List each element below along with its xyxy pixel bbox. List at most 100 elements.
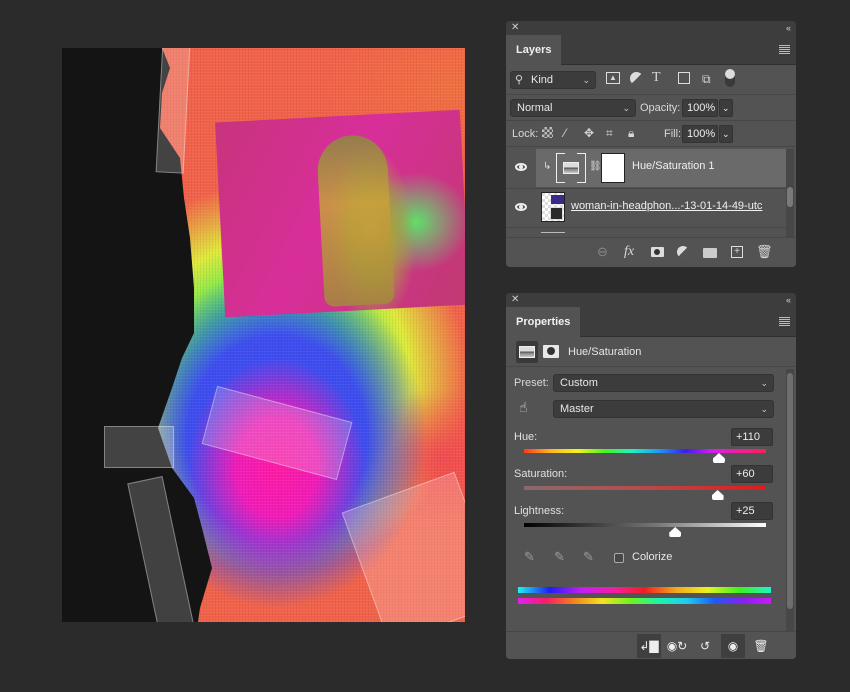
- woman-figure: [315, 133, 395, 308]
- layer-mask-thumbnail[interactable]: [601, 153, 625, 183]
- hue-saturation-icon: [519, 346, 535, 358]
- scrollbar-thumb[interactable]: [787, 187, 793, 207]
- targeted-adjustment-hand-icon[interactable]: ☝︎: [519, 399, 528, 415]
- scrollbar-thumb[interactable]: [787, 373, 793, 609]
- lightness-label: Lightness:: [514, 505, 565, 517]
- channel-value: Master: [560, 403, 594, 415]
- type-filter-icon[interactable]: T: [652, 70, 661, 86]
- close-icon[interactable]: ✕: [511, 293, 519, 307]
- hue-label: Hue:: [514, 431, 538, 443]
- new-layer-icon[interactable]: +: [731, 246, 743, 258]
- toggle-visibility-icon[interactable]: ◉: [721, 634, 745, 658]
- new-adjustment-icon[interactable]: [677, 246, 689, 258]
- saturation-value-input[interactable]: +60: [731, 465, 773, 483]
- chevron-down-icon: ⌄: [760, 404, 768, 414]
- eye-icon: [515, 163, 527, 171]
- layer-name[interactable]: woman-in-headphon...-13-01-14-49-utc: [571, 200, 762, 212]
- layer-list: ↳ ⛓︎ Hue/Saturation 1 woman-in-headphon.…: [506, 149, 786, 237]
- adjustment-filter-icon[interactable]: [630, 72, 643, 85]
- layer-row-hue-saturation[interactable]: ↳ ⛓︎ Hue/Saturation 1: [506, 149, 786, 187]
- eyedropper-add-icon[interactable]: ✎: [554, 549, 565, 565]
- saturation-slider-track[interactable]: [524, 486, 766, 490]
- shape-filter-icon[interactable]: [678, 72, 690, 84]
- hue-saturation-icon: [563, 162, 579, 174]
- add-mask-icon[interactable]: [651, 247, 664, 257]
- panel-tab-row: Layers: [506, 35, 796, 65]
- eyedropper-icon[interactable]: ✎: [524, 549, 535, 565]
- woman-in-headphones-photo: [215, 109, 465, 318]
- layer-row-woman-photo[interactable]: woman-in-headphon...-13-01-14-49-utc: [506, 188, 786, 226]
- adjustment-settings-button[interactable]: [516, 341, 538, 363]
- preset-dropdown[interactable]: Custom ⌄: [553, 374, 774, 392]
- output-color-bar: [518, 598, 771, 604]
- image-filter-icon[interactable]: ▲: [606, 72, 620, 84]
- lock-artboard-icon[interactable]: ⌗: [606, 125, 613, 141]
- filter-kind-dropdown[interactable]: ⚲ Kind ⌄: [510, 71, 596, 89]
- layer-visibility-toggle[interactable]: [506, 189, 536, 226]
- lock-position-move-icon[interactable]: ✥: [584, 125, 594, 141]
- blend-mode-dropdown[interactable]: Normal ⌄: [510, 99, 636, 117]
- preset-label: Preset:: [514, 377, 549, 389]
- saturation-slider-thumb[interactable]: [711, 490, 724, 500]
- tape-strip: [104, 426, 174, 468]
- tab-properties[interactable]: Properties: [506, 307, 581, 337]
- layer-row-partial[interactable]: [506, 227, 786, 237]
- chain-link-icon[interactable]: ⛓︎: [589, 161, 602, 172]
- link-layers-icon[interactable]: ⊖: [597, 244, 608, 260]
- chevron-down-icon: ⌄: [582, 75, 590, 85]
- lock-transparency-icon[interactable]: [542, 127, 553, 138]
- lock-row: Lock: ⁄ ✥ ⌗ 🔒︎ Fill: 100% ⌄: [506, 121, 796, 147]
- trash-icon[interactable]: 🗑︎: [756, 244, 773, 260]
- panel-topbar: ✕ ‹‹: [506, 21, 796, 35]
- eyedropper-subtract-icon[interactable]: ✎: [583, 549, 594, 565]
- close-icon[interactable]: ✕: [511, 21, 519, 35]
- fill-slider-toggle[interactable]: ⌄: [719, 125, 733, 143]
- opacity-slider-toggle[interactable]: ⌄: [719, 99, 733, 117]
- panel-menu-icon[interactable]: [779, 317, 790, 326]
- clip-to-layer-icon[interactable]: ↲▇: [637, 634, 661, 658]
- colorize-checkbox[interactable]: [614, 553, 624, 563]
- opacity-input[interactable]: 100%: [682, 99, 718, 117]
- document-canvas[interactable]: [62, 48, 465, 622]
- fx-icon[interactable]: fx: [624, 244, 634, 260]
- view-previous-state-icon[interactable]: ◉↻: [665, 634, 689, 658]
- properties-footer: ↲▇ ◉↻ ↺ ◉ 🗑︎: [506, 631, 796, 659]
- lock-label: Lock:: [512, 128, 539, 140]
- double-chevron-icon[interactable]: ‹‹: [786, 21, 791, 35]
- hue-slider-thumb[interactable]: [712, 453, 725, 463]
- hue-slider-track[interactable]: [524, 449, 766, 453]
- panel-topbar: ✕ ‹‹: [506, 293, 796, 307]
- filter-kind-label: Kind: [531, 74, 554, 86]
- saturation-label: Saturation:: [514, 468, 568, 480]
- trash-icon[interactable]: 🗑︎: [749, 634, 773, 658]
- smart-object-filter-icon[interactable]: ⧉: [702, 71, 711, 87]
- fill-input[interactable]: 100%: [682, 125, 718, 143]
- adjustment-layer-thumbnail[interactable]: [556, 153, 586, 183]
- properties-scrollbar[interactable]: [786, 369, 794, 631]
- eye-icon: [515, 203, 527, 211]
- lock-all-icon[interactable]: 🔒︎: [628, 125, 634, 141]
- lightness-slider-thumb[interactable]: [669, 527, 682, 537]
- blend-mode-value: Normal: [517, 102, 553, 114]
- double-chevron-icon[interactable]: ‹‹: [786, 293, 791, 307]
- mask-settings-icon[interactable]: [543, 345, 559, 358]
- panel-menu-icon[interactable]: [779, 45, 790, 54]
- channel-dropdown[interactable]: Master ⌄: [553, 400, 774, 418]
- lightness-value-input[interactable]: +25: [731, 502, 773, 520]
- smart-object-thumbnail[interactable]: [541, 192, 565, 222]
- layer-name[interactable]: Hue/Saturation 1: [632, 160, 715, 172]
- layers-panel: ✕ ‹‹ Layers ⚲ Kind ⌄ ▲ T ⧉ Normal ⌄ Opac…: [506, 21, 796, 267]
- adjustment-header: Hue/Saturation: [506, 337, 796, 367]
- colorize-label: Colorize: [632, 551, 673, 563]
- clipping-arrow-icon: ↳: [543, 161, 552, 172]
- new-group-icon[interactable]: [703, 248, 717, 258]
- layer-visibility-toggle[interactable]: [506, 149, 536, 187]
- reset-icon[interactable]: ↺: [693, 634, 717, 658]
- lightness-slider-track[interactable]: [524, 523, 766, 527]
- tab-layers[interactable]: Layers: [506, 35, 562, 65]
- search-icon: ⚲: [515, 74, 524, 86]
- lock-paint-brush-icon[interactable]: ⁄: [564, 125, 566, 141]
- layers-scrollbar[interactable]: [786, 149, 794, 237]
- filter-toggle-icon[interactable]: [725, 69, 735, 87]
- hue-value-input[interactable]: +110: [731, 428, 773, 446]
